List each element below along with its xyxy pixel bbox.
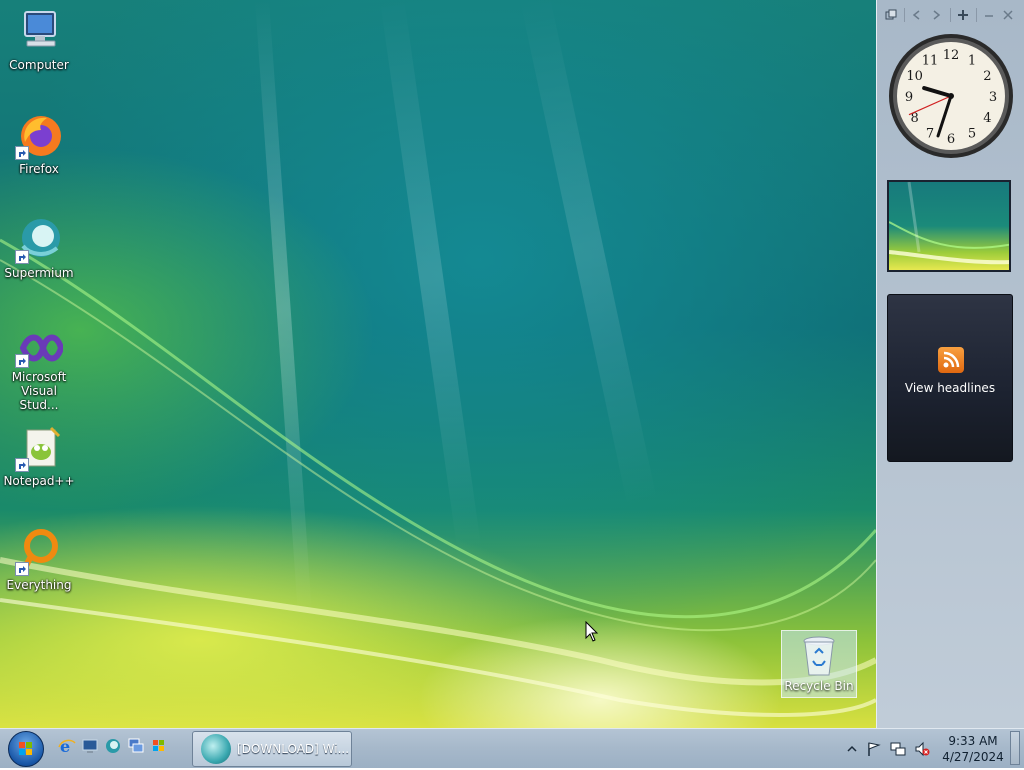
start-button[interactable] [8, 731, 44, 767]
everything-icon [15, 528, 63, 576]
clock-face: 12 1234567891011 [889, 34, 1013, 158]
clock-numeral: 5 [968, 126, 976, 141]
clock-numeral: 6 [947, 132, 955, 147]
taskbar: e [DOWNLOAD] Wi... 9:33 AM 4/27/2024 [0, 728, 1024, 768]
clock-numeral: 12 [943, 48, 960, 63]
clock-gadget[interactable]: 12 1 2 3 4 5 6 7 8 9 10 11 [887, 32, 1015, 160]
clock-numeral: 9 [905, 90, 913, 105]
show-desktop-icon[interactable] [81, 737, 99, 755]
divider [904, 8, 906, 22]
slide-show-image [889, 182, 1009, 265]
clock-numeral: 1 [968, 54, 976, 69]
shortcut-arrow-icon [15, 458, 29, 472]
system-date: 4/27/2024 [942, 750, 1004, 764]
shortcut-arrow-icon [15, 250, 29, 264]
supermium-icon[interactable] [104, 737, 122, 755]
windows-icon[interactable] [150, 737, 168, 755]
taskbar-button-download[interactable]: [DOWNLOAD] Wi... [192, 731, 352, 767]
clock-numeral: 3 [989, 90, 997, 105]
clock-numeral: 4 [983, 111, 991, 126]
view-headlines-link[interactable]: View headlines [888, 381, 1012, 395]
show-hidden-icons-icon[interactable] [844, 741, 860, 757]
action-center-flag-icon[interactable] [866, 741, 882, 757]
desktop-icon-label: Supermium [4, 266, 74, 280]
slide-show-gadget[interactable] [887, 180, 1011, 272]
shortcut-arrow-icon [15, 562, 29, 576]
add-gadgets-plus-icon[interactable] [955, 7, 970, 23]
volume-muted-icon[interactable] [914, 741, 930, 757]
system-time: 9:33 AM [948, 734, 998, 748]
close-sidebar-icon[interactable] [1001, 7, 1016, 23]
taskbar-button-label: [DOWNLOAD] Wi... [237, 742, 350, 756]
desktop-icon-notepad-plus-plus[interactable]: Notepad++ [1, 424, 77, 488]
desktop-icon-visual-studio[interactable]: Microsoft Visual Stud... [1, 328, 77, 412]
desktop-icon-everything[interactable]: Everything [1, 528, 77, 592]
windows-orb-icon [19, 742, 32, 755]
clock-numeral: 2 [983, 69, 991, 84]
desktop[interactable]: Computer Firefox Supermium Microsoft Vis… [0, 0, 876, 728]
desktop-icon-label: Firefox [19, 162, 59, 176]
supermium-icon [201, 734, 231, 764]
add-gadget-icon[interactable] [883, 7, 898, 23]
sidebar-controls [883, 6, 1020, 24]
system-clock[interactable]: 9:33 AM 4/27/2024 [940, 733, 1006, 765]
recycle-bin-icon [799, 635, 839, 679]
visual-studio-icon [15, 328, 65, 368]
divider [976, 8, 978, 22]
minimize-sidebar-icon[interactable] [981, 7, 996, 23]
notepad-plus-plus-icon [15, 424, 63, 472]
mouse-cursor-icon [585, 620, 599, 643]
gadget-sidebar: 12 1 2 3 4 5 6 7 8 9 10 11 View headlines [876, 0, 1024, 728]
firefox-icon [15, 112, 63, 160]
shortcut-arrow-icon [15, 354, 29, 368]
supermium-icon [15, 216, 63, 264]
clock-numeral: 10 [906, 69, 923, 84]
computer-icon [15, 8, 63, 56]
feed-headlines-gadget[interactable]: View headlines [887, 294, 1013, 462]
rss-feed-icon [938, 347, 964, 373]
previous-page-icon[interactable] [909, 7, 924, 23]
network-icon[interactable] [890, 741, 906, 757]
show-desktop-button[interactable] [1010, 731, 1020, 765]
desktop-icon-recycle-bin[interactable]: Recycle Bin [781, 630, 857, 698]
desktop-icon-firefox[interactable]: Firefox [1, 112, 77, 176]
desktop-icon-label: Everything [6, 578, 72, 592]
divider [950, 8, 951, 22]
recycle-bin-label: Recycle Bin [784, 679, 854, 693]
clock-numeral: 11 [922, 54, 939, 69]
desktop-icon-computer[interactable]: Computer [1, 8, 77, 72]
desktop-icon-label: Notepad++ [3, 474, 75, 488]
next-page-icon[interactable] [929, 7, 944, 23]
wallpaper-waves [0, 238, 876, 717]
switch-windows-icon[interactable] [127, 737, 145, 755]
desktop-icon-supermium[interactable]: Supermium [1, 216, 77, 280]
clock-numeral: 7 [926, 126, 934, 141]
desktop-icon-label: Computer [9, 58, 69, 72]
shortcut-arrow-icon [15, 146, 29, 160]
internet-explorer-icon[interactable]: e [58, 737, 76, 756]
desktop-icon-label: Microsoft Visual Stud... [11, 370, 67, 412]
